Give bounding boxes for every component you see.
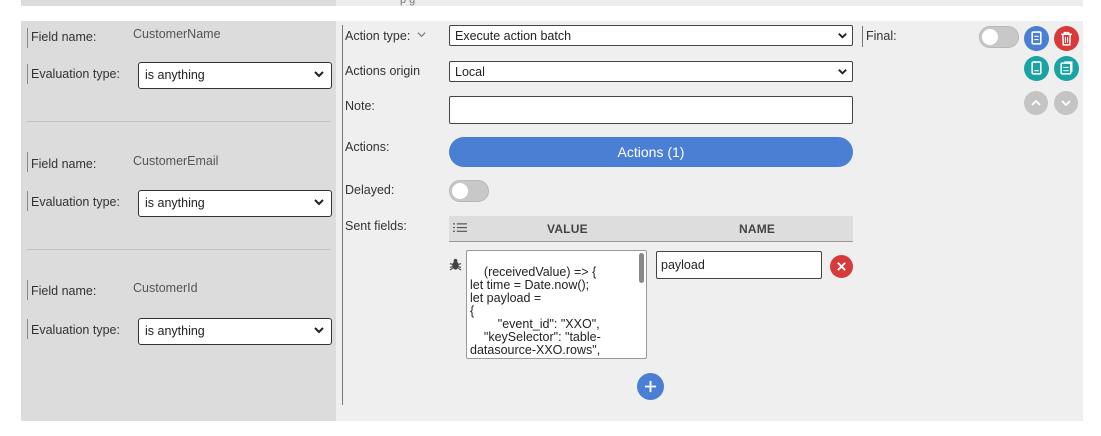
- evaluation-type-value: is anything: [145, 68, 205, 82]
- actions-label: Actions:: [345, 140, 390, 154]
- evaluation-type-label: Evaluation type:: [31, 67, 120, 81]
- evaluation-type-select[interactable]: is anything: [138, 318, 332, 345]
- previous-block-right: [336, 0, 1083, 6]
- chevron-down-icon: [314, 327, 324, 334]
- move-up-button[interactable]: [1024, 91, 1048, 115]
- sent-fields-label: Sent fields:: [345, 219, 407, 233]
- action-config-panel: Action type: Execute action batch Action…: [336, 21, 1083, 421]
- label-bar: [27, 280, 28, 300]
- chevron-down-icon: [838, 33, 847, 39]
- toggle-knob: [452, 183, 468, 199]
- remove-field-button[interactable]: [830, 255, 853, 278]
- import-icon: [1060, 61, 1073, 75]
- field-name-label: Field name:: [31, 30, 97, 44]
- chevron-down-icon: [314, 199, 324, 206]
- evaluation-type-select[interactable]: is anything: [138, 62, 332, 89]
- export-button[interactable]: [1024, 56, 1049, 81]
- chevron-down-icon[interactable]: [417, 30, 426, 39]
- delayed-label: Delayed:: [345, 183, 395, 197]
- evaluation-type-value: is anything: [145, 196, 205, 210]
- export-icon: [1031, 61, 1042, 75]
- actions-origin-label: Actions origin: [345, 64, 421, 78]
- actions-button[interactable]: Actions (1): [449, 137, 853, 167]
- list-icon[interactable]: [453, 222, 468, 235]
- field-conditions-panel: Field name: CustomerName Evaluation type…: [21, 21, 336, 421]
- label-bar: [27, 28, 28, 48]
- debug-bug-icon[interactable]: [449, 258, 462, 271]
- delete-button[interactable]: [1054, 26, 1079, 51]
- move-down-icon: [1061, 100, 1071, 107]
- chevron-down-icon: [314, 71, 324, 78]
- label-bar: [27, 152, 28, 172]
- toggle-knob: [982, 29, 998, 45]
- field-divider: [26, 121, 331, 122]
- evaluation-type-value: is anything: [145, 324, 205, 338]
- action-type-value: Execute action batch: [455, 29, 572, 43]
- final-label: Final:: [866, 29, 897, 43]
- evaluation-type-select[interactable]: is anything: [138, 190, 332, 217]
- field-name-value: CustomerId: [133, 281, 198, 295]
- final-toggle[interactable]: [979, 26, 1019, 48]
- chevron-down-icon: [838, 69, 847, 75]
- scrollbar[interactable]: [639, 253, 644, 283]
- field-name-label: Field name:: [31, 284, 97, 298]
- value-code-text: (receivedValue) => { let time = Date.now…: [470, 265, 601, 357]
- import-button[interactable]: [1054, 56, 1079, 81]
- field-name-value: CustomerEmail: [133, 154, 219, 168]
- copy-button[interactable]: [1024, 26, 1049, 51]
- remove-x-icon: [837, 262, 846, 271]
- note-input[interactable]: [449, 96, 853, 124]
- previous-block-left: [21, 0, 336, 6]
- previous-block-text: p g: [400, 0, 416, 6]
- field-name-label: Field name:: [31, 157, 97, 171]
- actions-origin-select[interactable]: Local: [449, 61, 853, 82]
- section-bar: [342, 25, 343, 405]
- label-bar: [27, 64, 28, 84]
- evaluation-type-label: Evaluation type:: [31, 195, 120, 209]
- label-bar: [27, 191, 28, 211]
- field-name-value: CustomerName: [133, 27, 221, 41]
- delayed-toggle[interactable]: [449, 180, 489, 202]
- section-bar: [862, 26, 863, 47]
- add-plus-icon: [644, 380, 657, 393]
- value-code-editor[interactable]: (receivedValue) => { let time = Date.now…: [466, 250, 647, 359]
- move-down-button[interactable]: [1054, 91, 1078, 115]
- name-input[interactable]: payload: [656, 251, 822, 279]
- actions-origin-value: Local: [455, 65, 485, 79]
- sent-fields-table-header: VALUE NAME: [449, 216, 853, 242]
- copy-icon: [1031, 31, 1042, 45]
- name-column-header: NAME: [739, 222, 776, 236]
- add-field-button[interactable]: [637, 373, 664, 400]
- action-type-label: Action type:: [345, 29, 426, 43]
- move-up-icon: [1031, 99, 1041, 106]
- trash-icon: [1061, 31, 1072, 46]
- note-label: Note:: [345, 99, 375, 113]
- evaluation-type-label: Evaluation type:: [31, 323, 120, 337]
- label-bar: [27, 319, 28, 339]
- value-column-header: VALUE: [547, 222, 588, 236]
- field-divider: [26, 249, 331, 250]
- action-type-select[interactable]: Execute action batch: [449, 25, 853, 46]
